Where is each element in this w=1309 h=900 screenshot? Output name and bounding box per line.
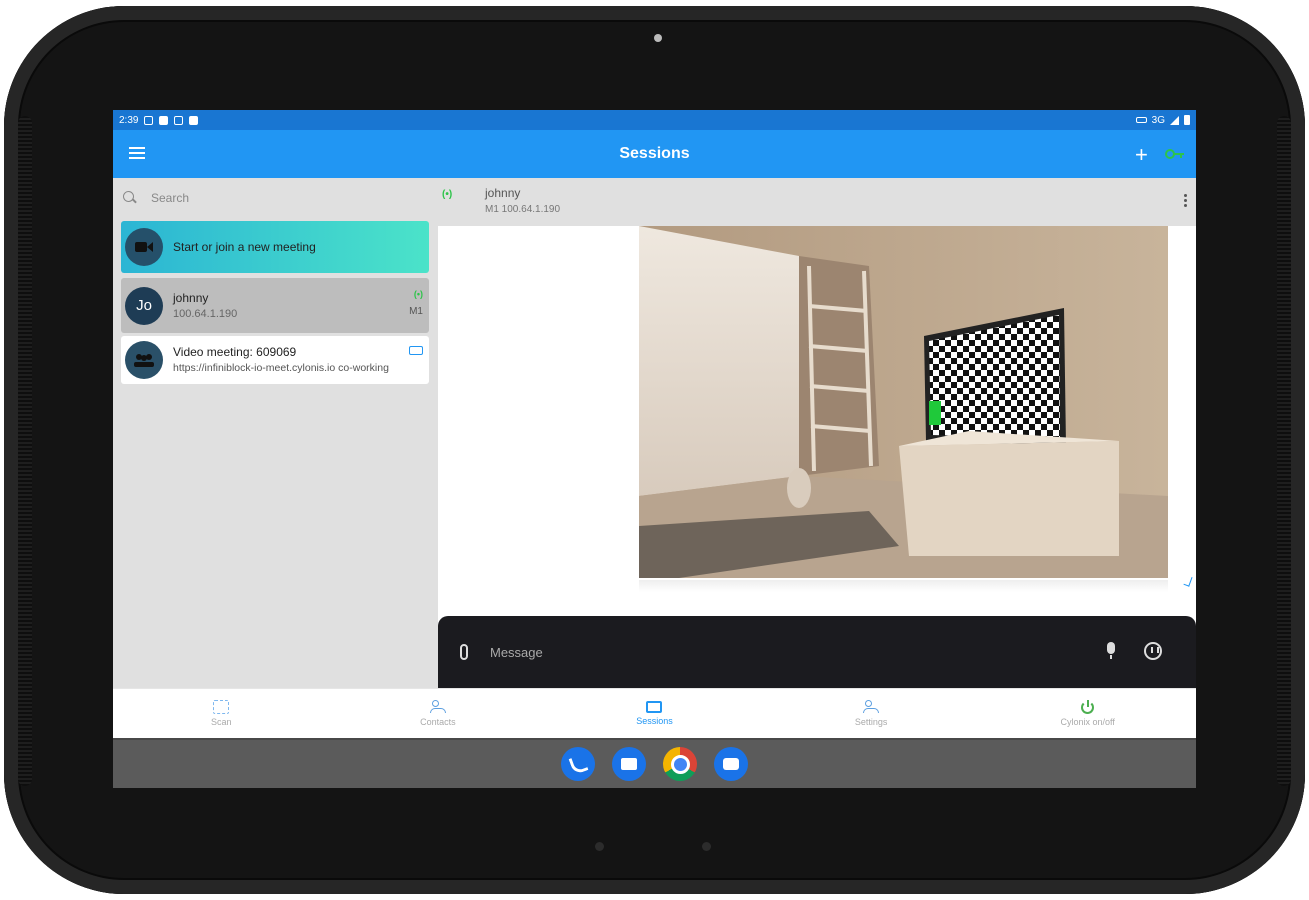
add-icon[interactable]: + — [1135, 142, 1148, 168]
messages-app-icon[interactable] — [612, 747, 646, 781]
nav-settings[interactable]: Settings — [763, 689, 980, 738]
nav-scan[interactable]: Scan — [113, 689, 330, 738]
android-dock — [113, 738, 1196, 788]
image-message-shadow — [639, 580, 1168, 592]
vpn-key-icon — [1135, 117, 1147, 123]
chat-messages — [438, 226, 1196, 616]
phone-app-icon[interactable] — [561, 747, 595, 781]
chat-header: (•) johnny M1 100.64.1.190 — [438, 178, 1196, 226]
emoji-icon[interactable] — [1144, 642, 1162, 660]
more-options-icon[interactable] — [1184, 194, 1188, 209]
front-camera — [654, 34, 662, 42]
settings-icon — [863, 700, 880, 714]
network-type: 3G — [1151, 114, 1165, 126]
message-composer — [438, 616, 1196, 688]
signal-icon — [1170, 115, 1179, 125]
notification-icon — [144, 115, 154, 125]
sd-card-icon — [174, 115, 184, 125]
video-camera-icon — [409, 346, 423, 355]
nav-label: Cylonix on/off — [1060, 716, 1115, 727]
device-tag: M1 — [409, 306, 423, 317]
list-item-subtitle: https://infiniblock-io-meet.cylonis.io c… — [173, 362, 389, 374]
battery-icon — [1184, 115, 1190, 125]
message-input[interactable] — [490, 640, 1050, 664]
image-message[interactable] — [639, 226, 1168, 578]
speaker-grille-right — [1277, 116, 1291, 786]
list-item-video-meeting[interactable]: Video meeting: 609069 https://infinibloc… — [121, 336, 429, 384]
scan-icon — [213, 700, 230, 714]
list-item-johnny[interactable]: Jo johnny 100.64.1.190 (•) M1 — [121, 278, 429, 333]
nav-label: Scan — [211, 717, 232, 727]
list-item-subtitle: 100.64.1.190 — [173, 307, 238, 320]
vpn-connected-icon[interactable] — [1165, 148, 1185, 160]
nav-power[interactable]: Cylonix on/off — [979, 689, 1196, 738]
microphone-icon[interactable] — [1107, 642, 1115, 659]
chrome-app-icon[interactable] — [663, 747, 697, 781]
sensor-left — [595, 842, 604, 851]
status-time: 2:39 — [119, 114, 139, 126]
app-screen: 2:39 3G Sessions + Search Start or join … — [113, 110, 1196, 788]
menu-icon[interactable] — [129, 147, 145, 161]
list-item-title: Start or join a new meeting — [173, 240, 316, 254]
chat-contact-subtitle: M1 100.64.1.190 — [485, 204, 561, 215]
online-status-icon: (•) — [442, 189, 453, 200]
search-bar — [113, 178, 438, 218]
nav-label: Sessions — [636, 716, 673, 726]
contacts-icon — [429, 700, 446, 714]
video-call-icon — [125, 228, 163, 266]
chat-icon — [646, 701, 663, 713]
app-bar: Sessions + — [113, 130, 1196, 178]
speaker-grille-left — [18, 116, 32, 786]
list-item-title: Video meeting: 609069 — [173, 345, 297, 359]
attach-icon[interactable] — [460, 644, 468, 660]
search-input[interactable] — [151, 191, 411, 205]
avatar: Jo — [125, 286, 163, 325]
nav-sessions[interactable]: Sessions — [546, 689, 763, 738]
nav-label: Settings — [854, 717, 888, 727]
page-title: Sessions — [619, 145, 690, 162]
list-item-new-meeting[interactable]: Start or join a new meeting — [121, 221, 429, 273]
group-icon — [125, 341, 163, 379]
power-icon — [1081, 699, 1095, 714]
list-item-title: johnny — [173, 290, 209, 305]
delivered-tick-icon — [1183, 575, 1193, 587]
camera-app-icon[interactable] — [714, 747, 748, 781]
notification-icon — [159, 115, 169, 125]
session-list-pane: Start or join a new meeting Jo johnny 10… — [113, 178, 438, 688]
online-status-icon: (•) — [413, 289, 423, 299]
bottom-navigation: Scan Contacts Sessions Settings Cylonix … — [113, 688, 1196, 738]
search-icon — [123, 191, 137, 205]
nav-contacts[interactable]: Contacts — [330, 689, 547, 738]
clipboard-icon — [189, 115, 199, 125]
sensor-right — [702, 842, 711, 851]
chat-contact-name: johnny — [485, 186, 521, 200]
status-bar: 2:39 3G — [113, 110, 1196, 130]
nav-label: Contacts — [420, 717, 456, 727]
